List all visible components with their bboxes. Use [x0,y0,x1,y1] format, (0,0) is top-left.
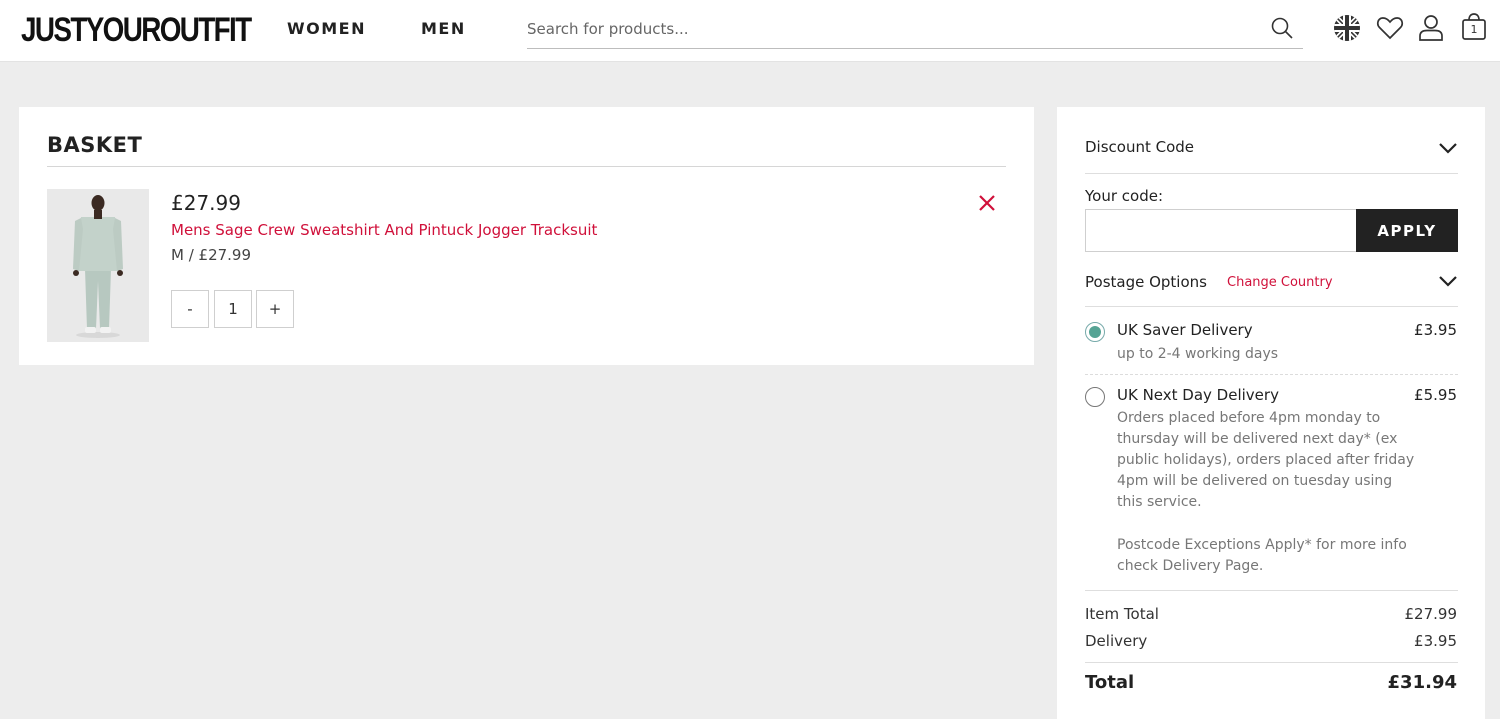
delivery-value: £3.95 [1414,632,1457,650]
totals-divider [1085,590,1458,591]
search-bar [527,12,1303,49]
discount-code-label[interactable]: Discount Code [1085,138,1194,156]
uk-flag-icon[interactable] [1332,13,1362,43]
uk-next-day-delivery-desc: Orders placed before 4pm monday to thurs… [1117,410,1415,510]
postcode-exceptions-note: Postcode Exceptions Apply* for more info… [1117,537,1407,574]
basket-divider [47,166,1006,167]
change-country-link[interactable]: Change Country [1227,275,1333,290]
discount-chevron-down-icon[interactable] [1437,141,1459,155]
item-variant: M / £27.99 [171,246,252,264]
apply-code-button[interactable]: APPLY [1356,209,1458,252]
delivery-label: Delivery [1085,632,1148,650]
postage-divider [1085,306,1458,307]
search-icon[interactable] [1270,16,1294,40]
grand-total-divider [1085,662,1458,663]
product-model-image [47,189,149,342]
uk-saver-delivery-name: UK Saver Delivery [1117,321,1253,339]
cart-count-badge: 1 [1470,23,1478,36]
site-logo[interactable]: JUSTYOUROUTFIT [21,11,252,49]
account-user-icon[interactable] [1416,13,1446,43]
uk-next-day-delivery-price: £5.95 [1414,386,1457,404]
grand-total-value: £31.94 [1387,672,1457,693]
product-thumbnail[interactable] [47,189,149,342]
uk-saver-delivery-price: £3.95 [1414,321,1457,339]
qty-decrease-button[interactable]: - [171,290,209,328]
basket-panel: BASKET £27.99 Mens Sage Crew Sweatshirt … [19,107,1034,365]
uk-saver-delivery-desc: up to 2-4 working days [1117,346,1279,362]
qty-increase-button[interactable]: + [256,290,294,328]
item-price: £27.99 [171,191,241,215]
discount-code-input[interactable] [1085,209,1357,252]
discount-divider [1085,173,1458,174]
nav-women[interactable]: WOMEN [287,18,366,40]
item-name-link[interactable]: Mens Sage Crew Sweatshirt And Pintuck Jo… [171,221,597,239]
qty-value[interactable]: 1 [214,290,252,328]
nav-men[interactable]: MEN [421,18,466,40]
site-header: JUSTYOUROUTFIT WOMEN MEN Search for prod… [0,0,1500,62]
uk-saver-delivery-radio[interactable] [1085,322,1105,342]
postage-chevron-down-icon[interactable] [1437,274,1459,288]
postage-options-label: Postage Options [1085,273,1207,291]
basket-title: BASKET [47,133,143,157]
item-total-value: £27.99 [1404,605,1458,623]
remove-item-close-icon[interactable] [977,193,997,213]
item-total-label: Item Total [1085,605,1159,623]
wishlist-heart-icon[interactable] [1375,13,1405,43]
search-input[interactable] [527,12,1257,46]
uk-next-day-delivery-name: UK Next Day Delivery [1117,386,1279,404]
your-code-label: Your code: [1085,187,1164,205]
order-summary-panel: Discount Code Your code: APPLY Postage O… [1057,107,1485,719]
grand-total-label: Total [1085,672,1135,693]
cart-button[interactable]: 1 [1460,12,1488,42]
option-separator [1085,374,1458,375]
uk-next-day-delivery-radio[interactable] [1085,387,1105,407]
